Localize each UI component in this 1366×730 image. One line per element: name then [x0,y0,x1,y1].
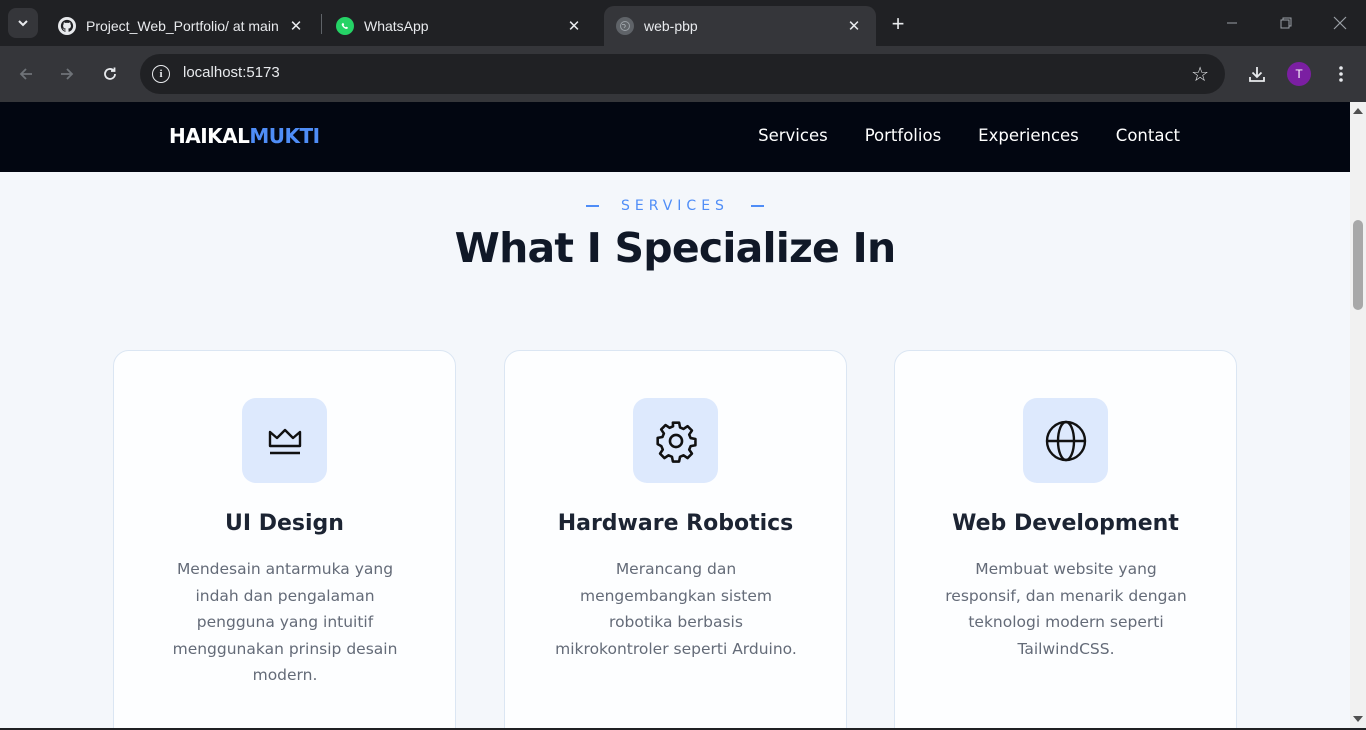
bookmark-star-icon[interactable]: ☆ [1191,62,1209,86]
tab-title: Project_Web_Portfolio/ at main [86,18,279,34]
new-tab-button[interactable]: + [884,10,912,38]
reload-icon [104,67,116,80]
card-title: Web Development [952,511,1179,536]
restore-icon[interactable] [1266,8,1306,38]
crown-icon [242,398,327,483]
tab-separator [321,14,322,34]
scroll-up-arrow-icon[interactable] [1353,108,1363,114]
gear-icon [633,398,718,483]
nav-menu: Services Portfolios Experiences Contact [758,126,1180,145]
github-icon [58,17,76,35]
section-eyebrow: SERVICES [0,198,1350,214]
globe-icon [1023,398,1108,483]
close-icon[interactable]: ✕ [564,16,584,36]
card-description: Mendesain antarmuka yang indah dan penga… [172,560,398,684]
reload-button[interactable] [96,60,124,88]
service-card-hardware-robotics: Hardware Robotics Merancang dan mengemba… [504,350,847,728]
back-button[interactable] [12,60,40,88]
profile-avatar[interactable]: T [1287,62,1311,86]
close-icon[interactable]: ✕ [286,16,306,36]
card-title: Hardware Robotics [557,511,794,536]
arrow-left-icon [19,68,32,80]
tab-github[interactable]: Project_Web_Portfolio/ at main ✕ [46,6,318,46]
page-scrollbar[interactable] [1350,102,1366,728]
tab-strip: Project_Web_Portfolio/ at main ✕ WhatsAp… [0,0,1366,46]
service-card-ui-design: UI Design Mendesain antarmuka yang indah… [113,350,456,728]
eyebrow-dash-right [750,205,764,207]
page-viewport: HAIKALMUKTI Services Portfolios Experien… [0,102,1350,728]
nav-link-experiences[interactable]: Experiences [978,126,1079,145]
brand-first: HAIKAL [169,124,250,148]
arrow-right-icon [61,68,74,80]
tab-web-pbp[interactable]: web-pbp ✕ [604,6,876,46]
close-icon[interactable]: ✕ [844,16,864,36]
whatsapp-icon [336,17,354,35]
tab-title: web-pbp [644,18,698,34]
service-card-web-development: Web Development Membuat website yang res… [894,350,1237,728]
scroll-down-arrow-icon[interactable] [1353,716,1363,722]
tab-search-button[interactable] [8,8,38,38]
address-bar[interactable]: i localhost:5173 ☆ [140,54,1225,94]
tab-whatsapp[interactable]: WhatsApp ✕ [324,6,596,46]
brand-logo[interactable]: HAIKALMUKTI [169,124,320,148]
site-navbar: HAIKALMUKTI Services Portfolios Experien… [0,102,1350,172]
nav-link-contact[interactable]: Contact [1116,126,1180,145]
minimize-icon[interactable] [1212,8,1252,38]
nav-link-services[interactable]: Services [758,126,828,145]
globe-icon [616,17,634,35]
card-description: Merancang dan mengembangkan sistem robot… [555,560,797,658]
forward-button[interactable] [53,60,81,88]
section-heading: What I Specialize In [454,224,896,272]
nav-link-portfolios[interactable]: Portfolios [865,126,941,145]
download-icon[interactable] [1243,60,1271,88]
kebab-menu-icon[interactable] [1327,60,1355,88]
chevron-down-icon [18,20,28,27]
close-window-icon[interactable] [1320,8,1360,38]
browser-toolbar: i localhost:5173 ☆ T [0,46,1366,102]
tab-title: WhatsApp [364,18,429,34]
brand-second: MUKTI [249,124,320,148]
card-title: UI Design [225,511,344,536]
eyebrow-text: SERVICES [621,198,729,214]
url-text[interactable]: localhost:5173 [183,64,280,81]
card-description: Membuat website yang responsif, dan mena… [945,560,1187,658]
scrollbar-thumb[interactable] [1353,220,1363,310]
eyebrow-dash-left [586,205,600,207]
site-info-icon[interactable]: i [152,65,170,83]
